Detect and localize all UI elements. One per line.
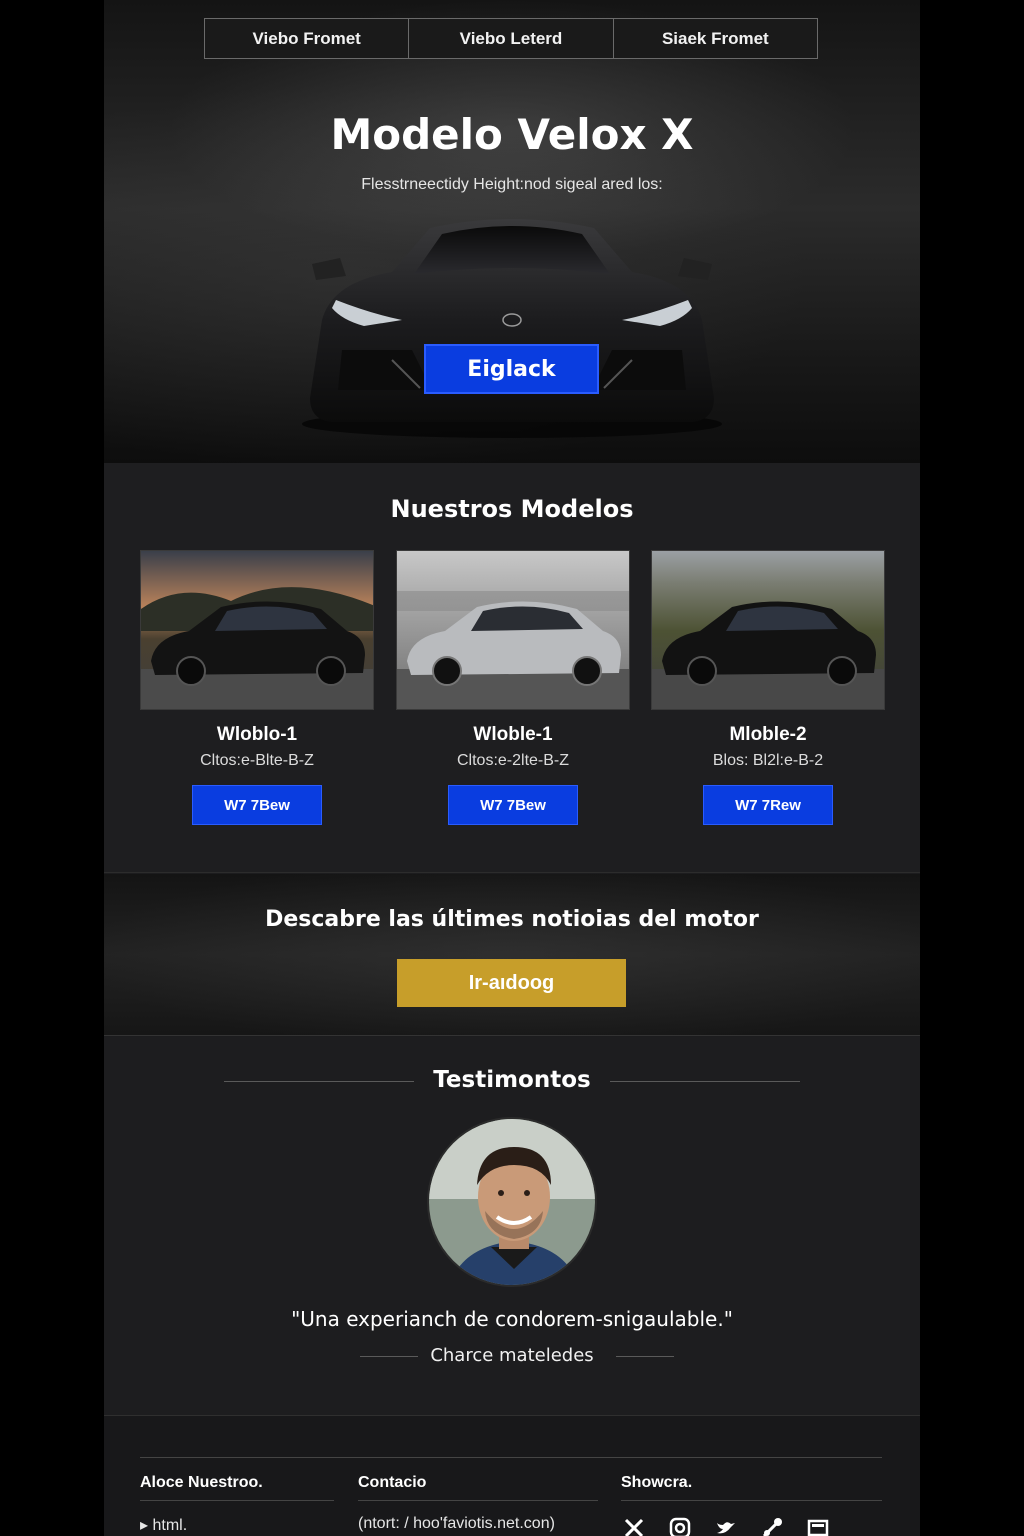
model-card: Mloble-2 Blos: Bl2l:e-B-2 W7 7Rew: [651, 550, 885, 825]
nav-item-3[interactable]: Siaek Fromet: [614, 19, 817, 58]
model-view-button[interactable]: W7 7Bew: [192, 785, 322, 825]
bird-icon[interactable]: [713, 1515, 739, 1536]
hero-section: Viebo Fromet Viebo Leterd Siaek Fromet M…: [104, 0, 920, 463]
car-photo-icon: [652, 551, 884, 709]
screen-icon[interactable]: [805, 1515, 831, 1536]
footer-link[interactable]: ▸ html.: [140, 1515, 334, 1535]
model-name: Wloblo-1: [216, 724, 298, 745]
news-title: Descabre las últimes notioias del motor: [265, 907, 759, 932]
testimonial-author: Charce mateledes: [430, 1345, 594, 1366]
model-photo[interactable]: [651, 550, 885, 710]
models-section: Nuestros Modelos Wloblo-1 Cltos:e-Blte-B…: [104, 463, 920, 873]
news-section: Descabre las últimes notioias del motor …: [104, 874, 920, 1036]
footer-col-about: Aloce Nuestroo. ▸ html.: [140, 1474, 334, 1535]
model-spec: Cltos:e-2lte-B-Z: [456, 752, 570, 769]
model-spec: Cltos:e-Blte-B-Z: [200, 752, 314, 769]
nav-item-1[interactable]: Viebo Fromet: [205, 19, 410, 58]
footer-col-contact: Contacio (ntort: / hoo'faviotis.net.con): [358, 1474, 598, 1533]
footer-heading: Showcra.: [621, 1474, 882, 1501]
model-view-button[interactable]: W7 7Rew: [703, 785, 833, 825]
footer-heading: Contacio: [358, 1474, 598, 1501]
footer-heading: Aloce Nuestroo.: [140, 1474, 334, 1501]
model-name: Mloble-2: [729, 724, 807, 745]
share-icon[interactable]: [759, 1515, 785, 1536]
model-view-button[interactable]: W7 7Bew: [448, 785, 578, 825]
hero-car-image: [302, 219, 722, 438]
footer: Aloce Nuestroo. ▸ html. Contacio (ntort:…: [104, 1415, 920, 1536]
model-card: Wloble-1 Cltos:e-2lte-B-Z W7 7Bew: [396, 550, 630, 825]
hero-cta-button[interactable]: Eiglack: [424, 344, 599, 394]
car-photo-icon: [141, 551, 373, 709]
footer-col-social: Showcra.: [621, 1474, 882, 1536]
model-name: Wloble-1: [473, 724, 553, 745]
models-title: Nuestros Modelos: [390, 495, 634, 523]
model-photo[interactable]: [396, 550, 630, 710]
hero-title: Modelo Velox X: [330, 110, 694, 159]
divider: [616, 1356, 674, 1357]
nav-item-2[interactable]: Viebo Leterd: [409, 19, 614, 58]
car-photo-icon: [397, 551, 629, 709]
divider: [610, 1081, 800, 1082]
footer-divider: [140, 1457, 882, 1458]
page: Viebo Fromet Viebo Leterd Siaek Fromet M…: [104, 0, 920, 1536]
contact-email[interactable]: (ntort: / hoo'faviotis.net.con): [358, 1515, 598, 1533]
top-nav: Viebo Fromet Viebo Leterd Siaek Fromet: [204, 18, 818, 59]
model-card: Wloblo-1 Cltos:e-Blte-B-Z W7 7Bew: [140, 550, 374, 825]
instagram-icon[interactable]: [667, 1515, 693, 1536]
model-photo[interactable]: [140, 550, 374, 710]
person-avatar-icon: [429, 1119, 595, 1285]
x-icon[interactable]: [621, 1515, 647, 1536]
social-icons: [621, 1515, 882, 1536]
testimonial-quote: "Una experianch de condorem-snigaulable.…: [291, 1307, 733, 1331]
news-button[interactable]: Ir-aıdoog: [397, 959, 626, 1007]
hero-subtitle: Flesstrneectidy Height:nod sigeal ared l…: [361, 176, 663, 193]
testimonials-title: Testimontos: [433, 1067, 591, 1093]
testimonials-section: Testimontos "Una experianch de condorem-…: [104, 1037, 920, 1415]
avatar: [427, 1117, 597, 1287]
model-spec: Blos: Bl2l:e-B-2: [712, 752, 824, 769]
